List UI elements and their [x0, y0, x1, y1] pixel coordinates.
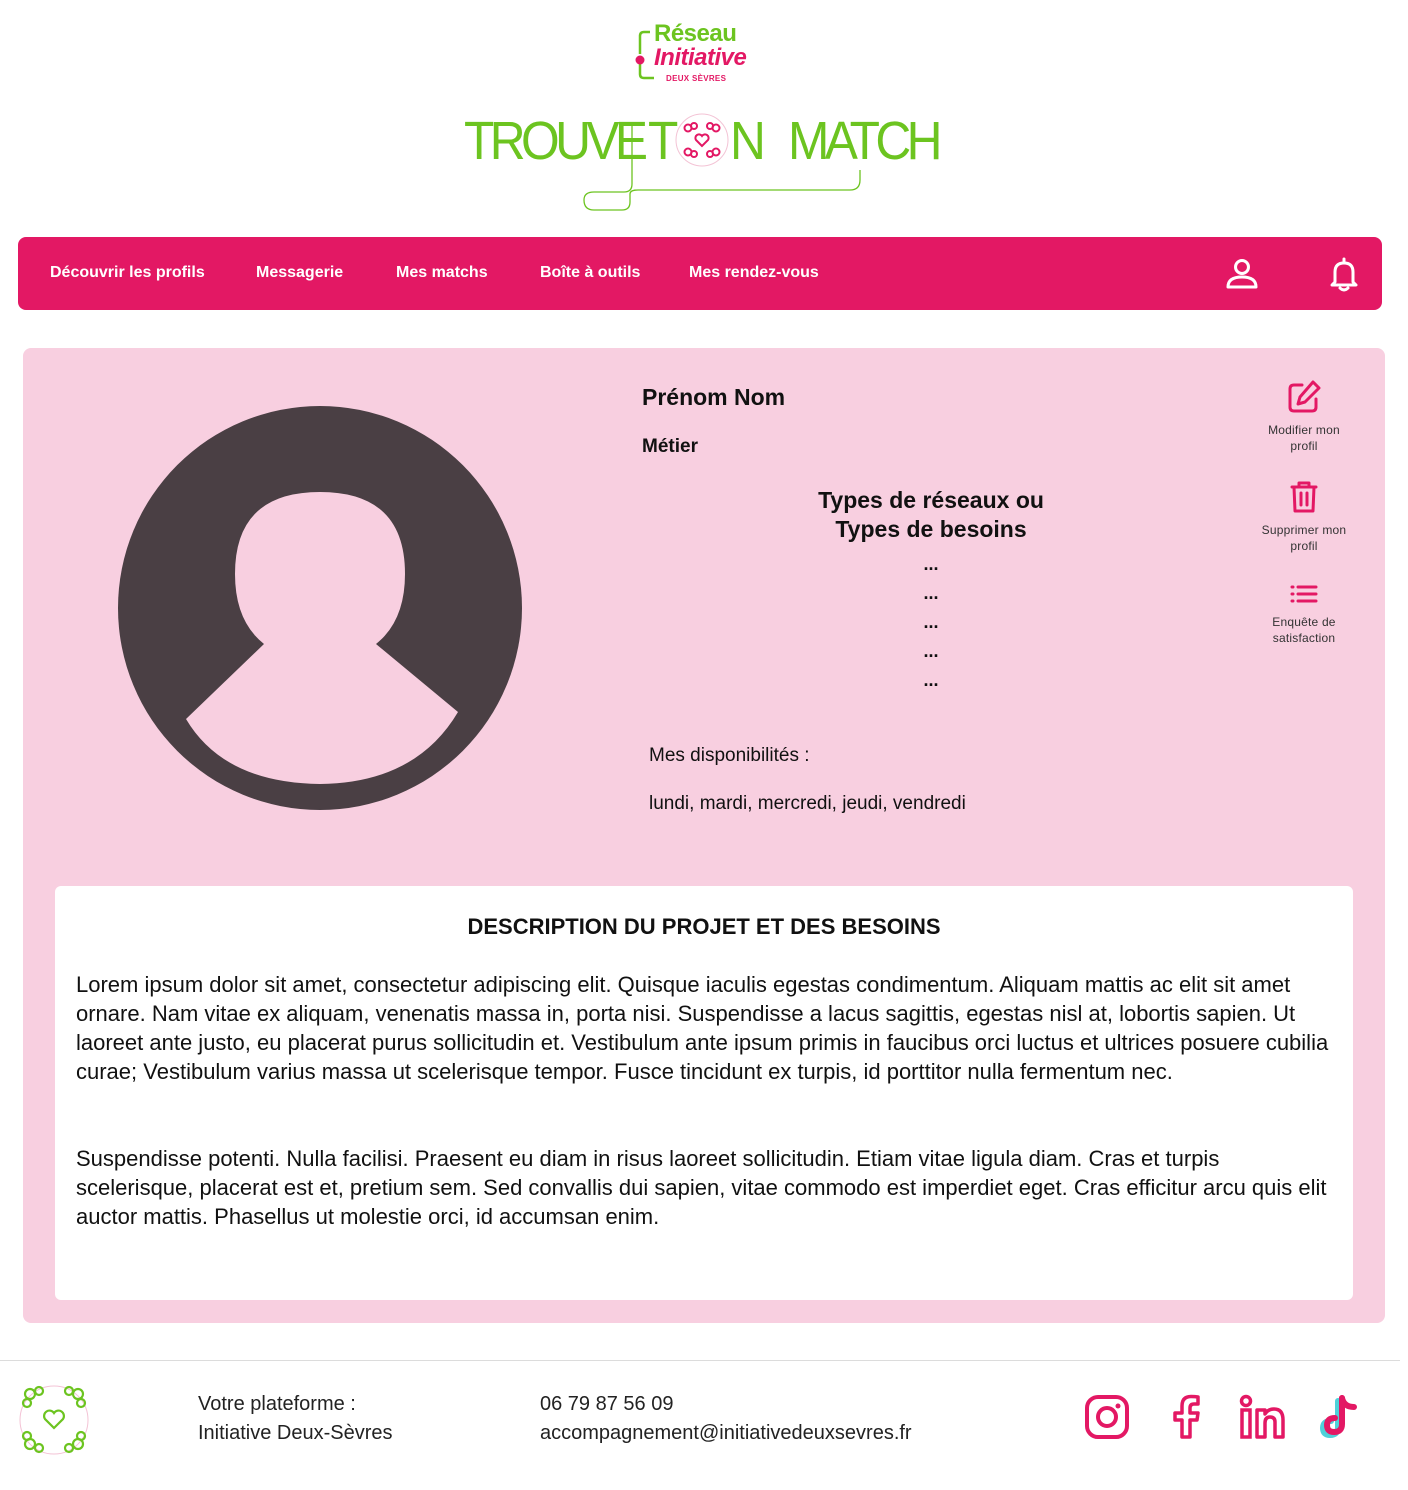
- types-list-item: ...: [923, 554, 939, 574]
- linkedin-icon[interactable]: [1238, 1393, 1286, 1441]
- footer-email[interactable]: accompagnement@initiativedeuxsevres.fr: [540, 1419, 912, 1448]
- instagram-icon[interactable]: [1083, 1393, 1131, 1441]
- user-icon[interactable]: [1223, 255, 1261, 293]
- availability-label: Mes disponibilités :: [649, 745, 810, 766]
- types-title-line-2: Types de besoins: [835, 516, 1027, 542]
- tiktok-icon[interactable]: [1314, 1393, 1362, 1441]
- types-list-item: ...: [923, 583, 939, 603]
- delete-profile-label-2: profil: [1290, 539, 1318, 553]
- title-word-match: MATCH: [788, 111, 943, 171]
- satisfaction-survey-button[interactable]: Enquête de satisfaction: [1248, 582, 1360, 646]
- nav-item-boite-a-outils[interactable]: Boîte à outils: [540, 264, 640, 282]
- footer-platform: Votre plateforme : Initiative Deux-Sèvre…: [198, 1390, 393, 1448]
- survey-label-2: satisfaction: [1272, 631, 1336, 645]
- delete-profile-label-1: Supprimer mon: [1261, 523, 1347, 537]
- title-letter-t: T: [648, 111, 678, 171]
- types-list-item: ...: [923, 670, 939, 690]
- facebook-icon[interactable]: [1162, 1393, 1210, 1441]
- description-paragraph-2: Suspendisse potenti. Nulla facilisi. Pra…: [76, 1146, 1327, 1229]
- types-list: ... ... ... ... ...: [891, 550, 971, 695]
- footer-platform-name: Initiative Deux-Sèvres: [198, 1422, 393, 1444]
- description-title: DESCRIPTION DU PROJET ET DES BESOINS: [467, 914, 941, 939]
- list-icon: [1290, 585, 1318, 603]
- title-word-trouve: TROUVE: [464, 111, 648, 171]
- types-title: Types de réseaux ou Types de besoins: [791, 486, 1071, 544]
- trash-icon: [1290, 481, 1318, 513]
- types-list-item: ...: [923, 612, 939, 632]
- types-list-item: ...: [923, 641, 939, 661]
- project-description-box: DESCRIPTION DU PROJET ET DES BESOINS Lor…: [55, 886, 1353, 1300]
- brand-line-3: DEUX SÈVRES: [666, 74, 727, 83]
- footer-contact: 06 79 87 56 09 accompagnement@initiative…: [540, 1390, 912, 1448]
- reseau-initiative-logo: Réseau Initiative DEUX SÈVRES: [632, 20, 772, 88]
- bell-icon[interactable]: [1325, 255, 1363, 293]
- delete-profile-button[interactable]: Supprimer mon profil: [1248, 478, 1360, 554]
- profile-card: Prénom Nom Métier Types de réseaux ou Ty…: [23, 348, 1385, 1323]
- edit-profile-button[interactable]: Modifier mon profil: [1248, 378, 1360, 454]
- brand-line-2: Initiative: [654, 44, 747, 71]
- logo-connector-icon: [635, 30, 654, 80]
- edit-profile-label-1: Modifier mon: [1268, 423, 1340, 437]
- nav-item-mes-matchs[interactable]: Mes matchs: [396, 264, 488, 282]
- edit-icon: [1288, 380, 1321, 413]
- profile-job: Métier: [642, 436, 698, 457]
- description-paragraph-1: Lorem ipsum dolor sit amet, consectetur …: [76, 972, 1329, 1084]
- edit-profile-label-2: profil: [1290, 439, 1318, 453]
- footer-divider: [0, 1360, 1400, 1361]
- avatar-placeholder-icon: [118, 406, 522, 810]
- footer-heart-logo-icon: [19, 1385, 89, 1455]
- app-title-logo: TROUVE T N MATCH: [462, 108, 943, 218]
- nav-item-messagerie[interactable]: Messagerie: [256, 264, 343, 282]
- availability-value: lundi, mardi, mercredi, jeudi, vendredi: [649, 793, 966, 814]
- main-navbar: Découvrir les profils Messagerie Mes mat…: [18, 237, 1382, 310]
- profile-name: Prénom Nom: [642, 384, 786, 410]
- survey-label-1: Enquête de: [1272, 615, 1336, 629]
- title-letter-n: N: [730, 111, 766, 171]
- footer-platform-label: Votre plateforme :: [198, 1393, 356, 1415]
- footer-phone[interactable]: 06 79 87 56 09: [540, 1390, 912, 1419]
- nav-item-mes-rendez-vous[interactable]: Mes rendez-vous: [689, 264, 819, 282]
- nav-item-decouvrir-profils[interactable]: Découvrir les profils: [50, 264, 205, 282]
- types-title-line-1: Types de réseaux ou: [818, 487, 1044, 513]
